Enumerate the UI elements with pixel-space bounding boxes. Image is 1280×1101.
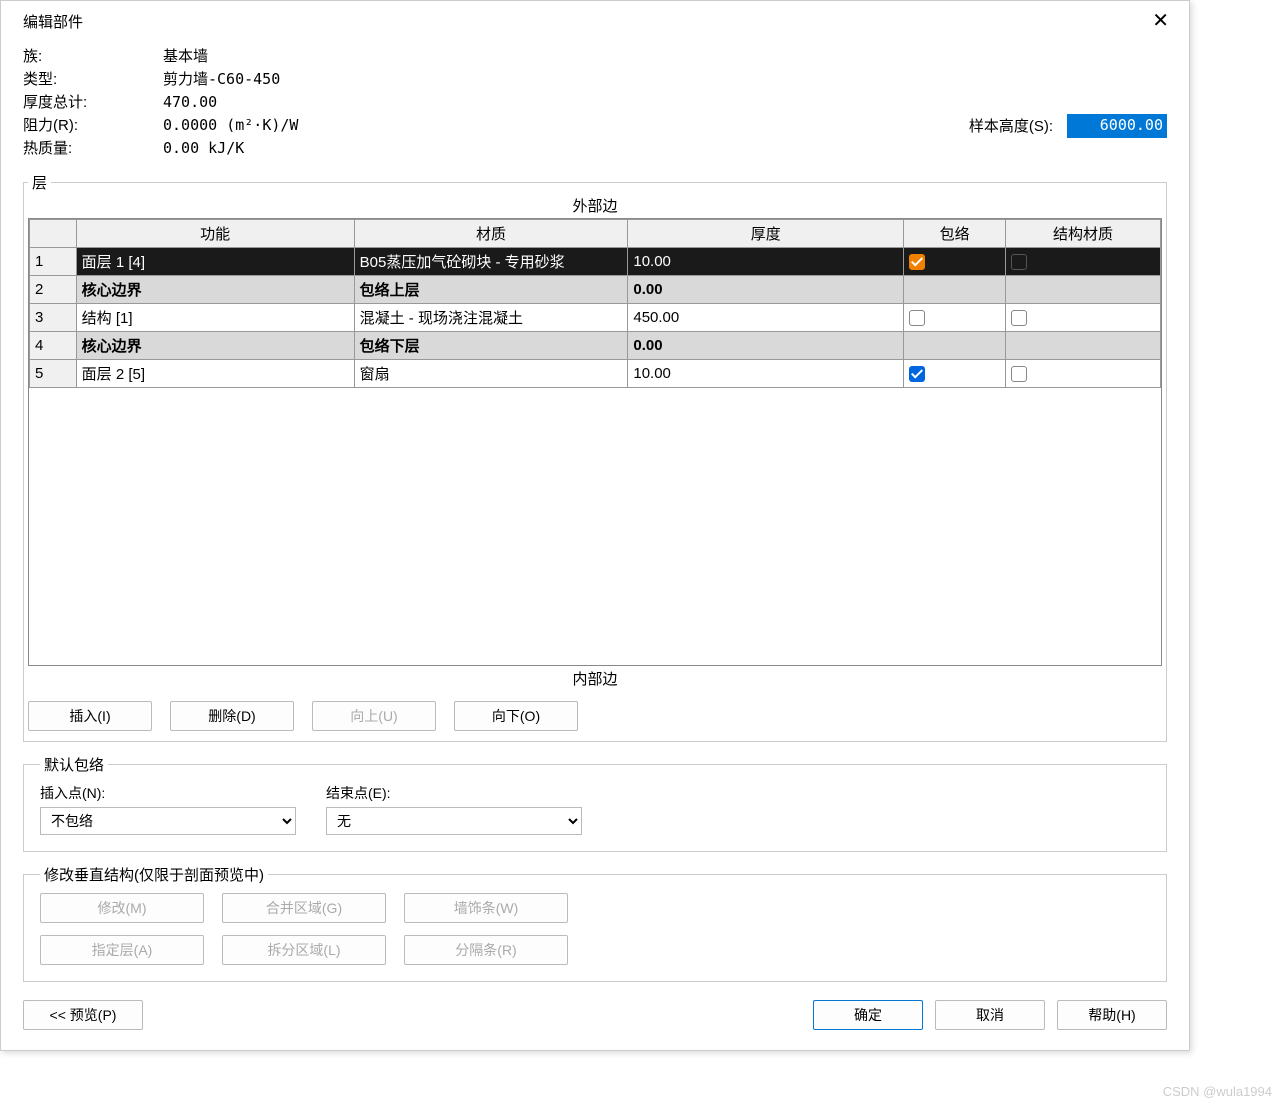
type-value: 剪力墙-C60-450	[163, 68, 280, 91]
thermal-mass-label: 热质量:	[23, 137, 163, 160]
checkbox-icon[interactable]	[909, 254, 925, 270]
cancel-button[interactable]: 取消	[935, 1000, 1045, 1030]
cell-function[interactable]: 核心边界	[76, 276, 354, 304]
header-thickness: 厚度	[628, 220, 904, 248]
cell-wrap[interactable]	[904, 276, 1006, 304]
cell-structural[interactable]	[1006, 332, 1161, 360]
modify-button[interactable]: 修改(M)	[40, 893, 204, 923]
row-index: 4	[30, 332, 77, 360]
insert-point-label: 插入点(N):	[40, 783, 296, 803]
split-region-button[interactable]: 拆分区域(L)	[222, 935, 386, 965]
assign-layers-button[interactable]: 指定层(A)	[40, 935, 204, 965]
cell-structural[interactable]	[1006, 276, 1161, 304]
cell-thickness[interactable]: 10.00	[628, 248, 904, 276]
family-label: 族:	[23, 45, 163, 68]
cell-material[interactable]: 包络下层	[354, 332, 628, 360]
cell-thickness[interactable]: 0.00	[628, 332, 904, 360]
merge-regions-button[interactable]: 合并区域(G)	[222, 893, 386, 923]
move-up-button[interactable]: 向上(U)	[312, 701, 436, 731]
checkbox-icon[interactable]	[1011, 310, 1027, 326]
cell-wrap[interactable]	[904, 360, 1006, 388]
move-down-button[interactable]: 向下(O)	[454, 701, 578, 731]
header-material: 材质	[354, 220, 628, 248]
header-structural: 结构材质	[1006, 220, 1161, 248]
table-row[interactable]: 3结构 [1]混凝土 - 现场浇注混凝土450.00	[30, 304, 1161, 332]
table-row[interactable]: 4核心边界包络下层0.00	[30, 332, 1161, 360]
cell-thickness[interactable]: 0.00	[628, 276, 904, 304]
cell-structural[interactable]	[1006, 360, 1161, 388]
default-wrapping-fieldset: 默认包络 插入点(N): 不包络 结束点(E): 无	[23, 754, 1167, 852]
outer-edge-label: 外部边	[28, 193, 1162, 218]
reveals-button[interactable]: 分隔条(R)	[404, 935, 568, 965]
wall-sweeps-button[interactable]: 墙饰条(W)	[404, 893, 568, 923]
family-value: 基本墙	[163, 45, 208, 68]
header-index	[30, 220, 77, 248]
cell-wrap[interactable]	[904, 304, 1006, 332]
type-label: 类型:	[23, 68, 163, 91]
header-function: 功能	[76, 220, 354, 248]
close-icon[interactable]: ✕	[1144, 9, 1177, 33]
cell-function[interactable]: 面层 2 [5]	[76, 360, 354, 388]
layers-legend: 层	[28, 172, 51, 193]
checkbox-icon[interactable]	[1011, 254, 1027, 270]
checkbox-icon[interactable]	[1011, 366, 1027, 382]
table-row[interactable]: 5面层 2 [5]窗扇10.00	[30, 360, 1161, 388]
titlebar: 编辑部件 ✕	[1, 1, 1189, 37]
thermal-mass-value: 0.00 kJ/K	[163, 137, 244, 160]
cell-function[interactable]: 面层 1 [4]	[76, 248, 354, 276]
row-index: 3	[30, 304, 77, 332]
dialog-title: 编辑部件	[23, 11, 83, 32]
cell-material[interactable]: 窗扇	[354, 360, 628, 388]
end-point-select[interactable]: 无	[326, 807, 582, 835]
default-wrapping-legend: 默认包络	[40, 754, 108, 775]
sample-height-block: 样本高度(S):	[969, 91, 1167, 160]
properties-block: 族:基本墙 类型:剪力墙-C60-450 厚度总计:470.00 阻力(R):0…	[23, 45, 969, 160]
cell-wrap[interactable]	[904, 332, 1006, 360]
resistance-label: 阻力(R):	[23, 114, 163, 137]
preview-button[interactable]: << 预览(P)	[23, 1000, 143, 1030]
cell-thickness[interactable]: 10.00	[628, 360, 904, 388]
edit-assembly-dialog: 编辑部件 ✕ 族:基本墙 类型:剪力墙-C60-450 厚度总计:470.00 …	[0, 0, 1190, 1051]
table-row[interactable]: 1面层 1 [4]B05蒸压加气砼砌块 - 专用砂浆10.00	[30, 248, 1161, 276]
cell-wrap[interactable]	[904, 248, 1006, 276]
cell-material[interactable]: 包络上层	[354, 276, 628, 304]
modify-vertical-legend: 修改垂直结构(仅限于剖面预览中)	[40, 864, 268, 885]
thickness-total-label: 厚度总计:	[23, 91, 163, 114]
ok-button[interactable]: 确定	[813, 1000, 923, 1030]
sample-height-input[interactable]	[1067, 114, 1167, 138]
table-row[interactable]: 2核心边界包络上层0.00	[30, 276, 1161, 304]
header-wrap: 包络	[904, 220, 1006, 248]
checkbox-icon[interactable]	[909, 310, 925, 326]
end-point-label: 结束点(E):	[326, 783, 582, 803]
cell-function[interactable]: 核心边界	[76, 332, 354, 360]
row-index: 1	[30, 248, 77, 276]
thickness-total-value: 470.00	[163, 91, 217, 114]
cell-material[interactable]: B05蒸压加气砼砌块 - 专用砂浆	[354, 248, 628, 276]
row-index: 2	[30, 276, 77, 304]
inner-edge-label: 内部边	[28, 666, 1162, 691]
sample-height-label: 样本高度(S):	[969, 115, 1053, 136]
insert-button[interactable]: 插入(I)	[28, 701, 152, 731]
cell-material[interactable]: 混凝土 - 现场浇注混凝土	[354, 304, 628, 332]
help-button[interactable]: 帮助(H)	[1057, 1000, 1167, 1030]
insert-point-select[interactable]: 不包络	[40, 807, 296, 835]
cell-function[interactable]: 结构 [1]	[76, 304, 354, 332]
layers-fieldset: 层 外部边 功能 材质 厚度 包络 结构材质 1面层 1 [4]B0	[23, 172, 1167, 742]
cell-thickness[interactable]: 450.00	[628, 304, 904, 332]
watermark: CSDN @wula1994	[1163, 1084, 1272, 1099]
resistance-value: 0.0000 (m²·K)/W	[163, 114, 298, 137]
delete-button[interactable]: 删除(D)	[170, 701, 294, 731]
cell-structural[interactable]	[1006, 248, 1161, 276]
cell-structural[interactable]	[1006, 304, 1161, 332]
modify-vertical-structure-fieldset: 修改垂直结构(仅限于剖面预览中) 修改(M) 合并区域(G) 墙饰条(W) 指定…	[23, 864, 1167, 982]
checkbox-icon[interactable]	[909, 366, 925, 382]
layers-grid[interactable]: 功能 材质 厚度 包络 结构材质 1面层 1 [4]B05蒸压加气砼砌块 - 专…	[28, 218, 1162, 666]
row-index: 5	[30, 360, 77, 388]
